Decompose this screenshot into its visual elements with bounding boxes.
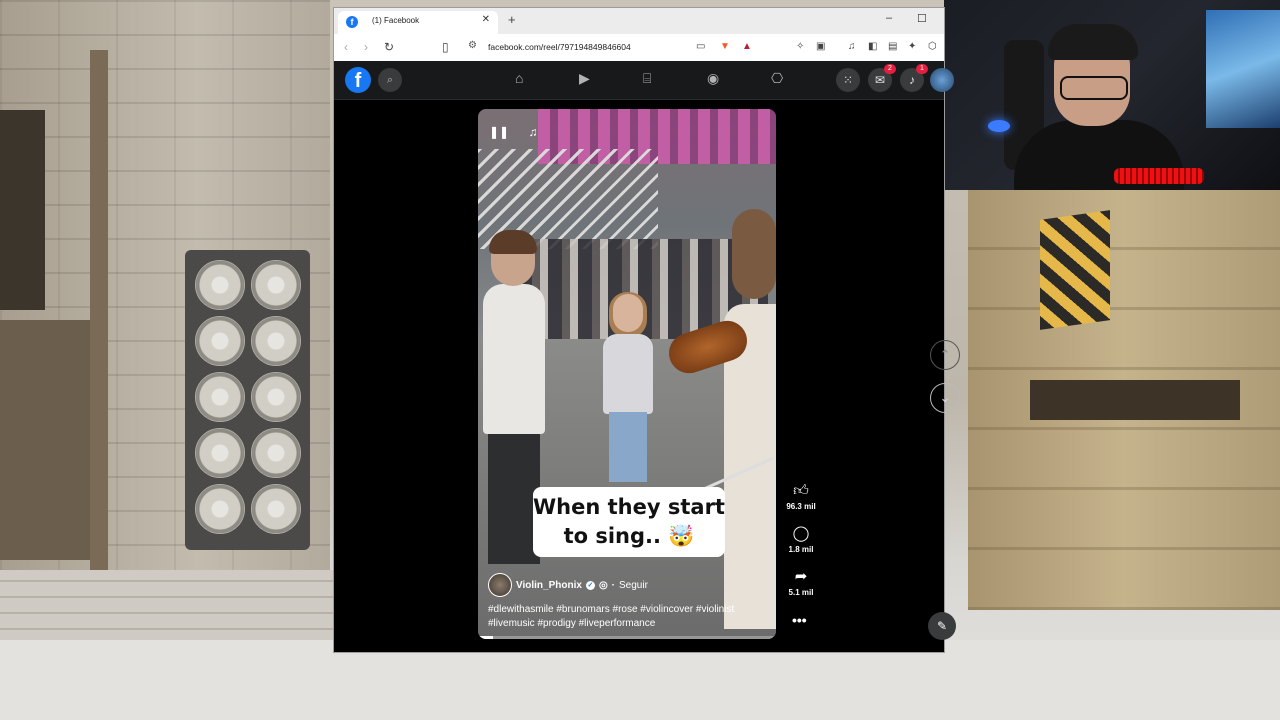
marketplace-icon[interactable]: ⌸ bbox=[643, 70, 651, 87]
screenshot-icon[interactable]: ▣ bbox=[816, 41, 825, 52]
brave-rewards-icon[interactable]: ▲ bbox=[742, 41, 752, 52]
notifications-badge: 1 bbox=[916, 64, 928, 74]
fan bbox=[251, 260, 301, 310]
share-button[interactable]: ➦ 5.1 mil bbox=[782, 568, 820, 597]
new-tab-button[interactable]: + bbox=[508, 12, 516, 27]
menu-grid-icon[interactable]: ⁙ bbox=[836, 68, 860, 92]
follow-button[interactable]: Seguir bbox=[619, 580, 648, 591]
bookmark-icon[interactable]: ▯ bbox=[442, 40, 449, 54]
messenger-icon[interactable]: ✉ 2 bbox=[868, 64, 896, 92]
monitor bbox=[1206, 10, 1280, 128]
fan bbox=[251, 484, 301, 534]
previous-reel-button[interactable]: ⌃ bbox=[930, 340, 960, 370]
verified-badge-icon: ✓ bbox=[585, 580, 595, 590]
notifications-bell-icon[interactable]: ♪ 1 bbox=[900, 64, 928, 92]
messenger-badge: 2 bbox=[884, 64, 896, 74]
video-icon[interactable]: ▶ bbox=[579, 70, 590, 87]
gaming-icon[interactable]: ⎔ bbox=[771, 70, 783, 87]
next-reel-button[interactable]: ⌄ bbox=[930, 383, 960, 413]
vpn-icon[interactable]: ⬡ bbox=[928, 41, 937, 52]
hashtags-line-2[interactable]: #livemusic #prodigy #liveperformance bbox=[488, 617, 768, 631]
brave-shield-icon[interactable]: ▼ bbox=[720, 41, 730, 52]
minimize-button[interactable]: – bbox=[886, 12, 892, 24]
video-caption-box: When they start to sing.. 🤯 bbox=[533, 487, 725, 557]
more-options-button[interactable]: ••• bbox=[792, 612, 807, 628]
extensions-icon[interactable]: ✧ bbox=[796, 41, 804, 52]
reload-icon[interactable]: ↻ bbox=[384, 40, 394, 54]
home-icon[interactable]: ⌂ bbox=[515, 70, 523, 86]
wooden-door bbox=[0, 320, 100, 560]
video-progress-fill bbox=[478, 636, 493, 639]
hashtags[interactable]: #dlewithasmile #brunomars #rose #violinc… bbox=[488, 603, 768, 631]
share-count: 5.1 mil bbox=[788, 588, 814, 597]
search-icon[interactable]: ⌕ bbox=[378, 68, 402, 92]
pause-icon[interactable]: ❚❚ bbox=[488, 121, 510, 143]
leo-ai-icon[interactable]: ✦ bbox=[908, 41, 916, 52]
video-girl bbox=[601, 292, 655, 494]
create-reel-icon[interactable]: ✎ bbox=[928, 612, 956, 640]
browser-toolbar: ‹ › ↻ ▯ ⚙ facebook.com/reel/797194849846… bbox=[334, 34, 944, 61]
comment-button[interactable]: ◯ 1.8 mil bbox=[782, 525, 820, 554]
author-row: Violin_Phonix ✓ ◎ · Seguir bbox=[488, 573, 648, 597]
comment-icon: ◯ bbox=[792, 525, 810, 542]
glasses bbox=[1060, 76, 1128, 100]
facebook-logo-icon[interactable]: f bbox=[345, 67, 371, 93]
fan bbox=[251, 316, 301, 366]
like-count: 96.3 mil bbox=[786, 502, 816, 511]
fan bbox=[195, 316, 245, 366]
streamer-hair bbox=[1048, 24, 1138, 60]
author-name[interactable]: Violin_Phonix bbox=[516, 580, 582, 591]
video-caption: When they start to sing.. 🤯 bbox=[533, 493, 725, 551]
groups-icon[interactable]: ◉ bbox=[707, 70, 719, 87]
facebook-header: f ⌕ ⌂ ▶ ⌸ ◉ ⎔ ⁙ ✉ 2 ♪ 1 bbox=[334, 61, 954, 100]
separator: · bbox=[611, 579, 616, 591]
site-info-icon[interactable]: ⚙ bbox=[468, 40, 477, 51]
tab-facebook[interactable]: f (1) Facebook ✕ bbox=[338, 11, 498, 34]
tab-bar: f (1) Facebook ✕ + – ☐ ✕ bbox=[334, 8, 944, 34]
facebook-favicon-icon: f bbox=[346, 16, 358, 28]
fan bbox=[195, 260, 245, 310]
address-bar[interactable]: ⚙ facebook.com/reel/797194849846604 bbox=[464, 38, 764, 57]
video-violinist bbox=[710, 209, 776, 629]
doorway bbox=[0, 110, 45, 310]
forward-arrow-icon[interactable]: › bbox=[364, 40, 368, 54]
video-progress-bar[interactable] bbox=[478, 636, 776, 639]
share-icon: ➦ bbox=[794, 568, 808, 585]
maximize-button[interactable]: ☐ bbox=[917, 12, 927, 25]
crate-shadow bbox=[1030, 380, 1240, 420]
fan bbox=[195, 484, 245, 534]
media-icon[interactable]: ♫ bbox=[848, 41, 856, 52]
profile-avatar[interactable] bbox=[930, 68, 954, 92]
url-text: facebook.com/reel/797194849846604 bbox=[488, 42, 631, 52]
caption-line-1: When they start bbox=[533, 495, 725, 519]
webcam-overlay bbox=[944, 0, 1280, 190]
comment-count: 1.8 mil bbox=[788, 545, 814, 554]
wallet-icon[interactable]: ▤ bbox=[888, 41, 897, 52]
hashtags-line-1[interactable]: #dlewithasmile #brunomars #rose #violinc… bbox=[488, 603, 768, 617]
author-avatar[interactable] bbox=[488, 573, 512, 597]
microphone bbox=[1114, 168, 1204, 184]
fan bbox=[251, 428, 301, 478]
led-glow bbox=[988, 120, 1010, 132]
reel-video[interactable]: ❚❚ ♫ When they start to sing.. 🤯 Violin_… bbox=[478, 109, 776, 639]
ground bbox=[0, 640, 1280, 720]
globe-icon: ◎ bbox=[598, 579, 608, 591]
fan bbox=[195, 428, 245, 478]
tab-close-icon[interactable]: ✕ bbox=[482, 14, 490, 25]
hazard-stripes bbox=[1040, 210, 1110, 330]
volume-icon[interactable]: ♫ bbox=[522, 121, 544, 143]
caption-line-2: to sing.. 🤯 bbox=[563, 524, 695, 548]
browser-window: f (1) Facebook ✕ + – ☐ ✕ ‹ › ↻ ▯ ⚙ faceb… bbox=[334, 8, 960, 652]
fan-rack bbox=[185, 250, 310, 550]
fan bbox=[251, 372, 301, 422]
like-button[interactable]: 👍︎ 96.3 mil bbox=[782, 482, 820, 511]
back-arrow-icon[interactable]: ‹ bbox=[344, 40, 348, 54]
thumbs-up-icon: 👍︎ bbox=[793, 482, 809, 499]
fan bbox=[195, 372, 245, 422]
sidebar-icon[interactable]: ◧ bbox=[868, 41, 877, 52]
wooden-post bbox=[90, 50, 108, 570]
cast-icon[interactable]: ▭ bbox=[696, 41, 705, 52]
tab-title: (1) Facebook bbox=[372, 16, 420, 25]
